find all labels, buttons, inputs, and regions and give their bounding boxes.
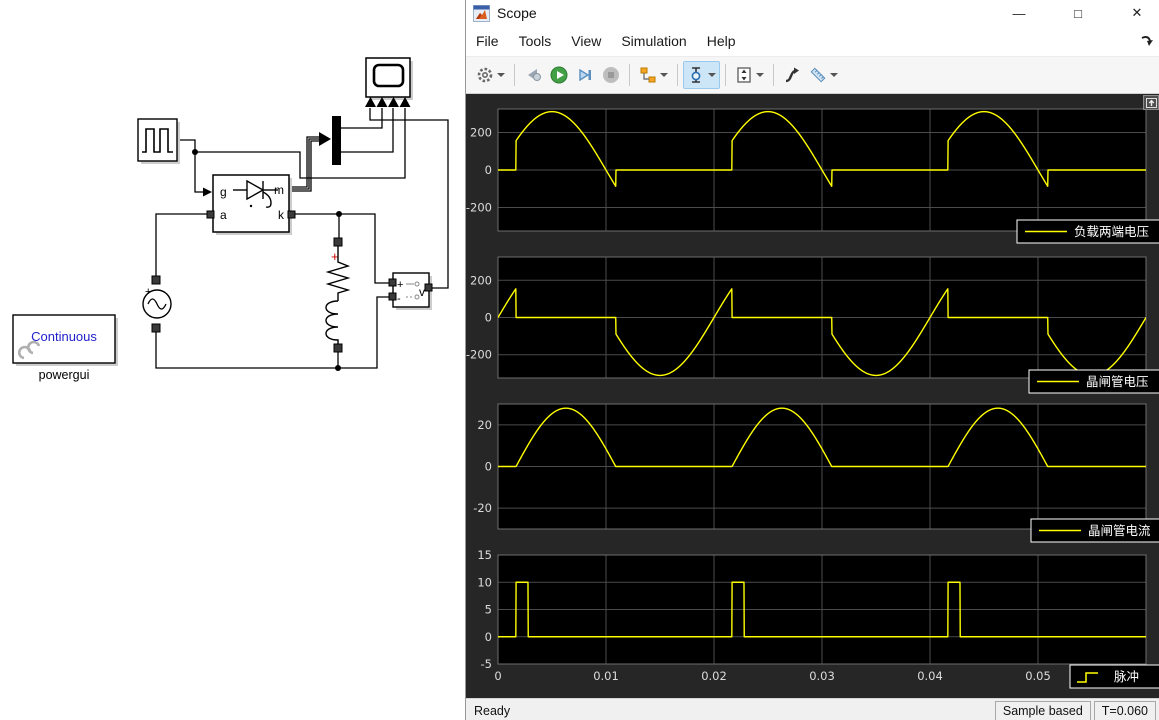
electrical-wires[interactable] — [156, 214, 390, 368]
menu-tools[interactable]: Tools — [509, 29, 562, 53]
run-button[interactable] — [546, 61, 572, 89]
legend-label: 负载两端电压 — [1074, 224, 1149, 239]
vm-v-label: v — [419, 285, 425, 299]
legend-label: 晶闸管电流 — [1088, 523, 1151, 538]
x-tick-label: 0.01 — [593, 669, 619, 683]
simulink-model-canvas[interactable]: g m a k — [0, 0, 465, 720]
pulse-generator-block[interactable] — [138, 119, 180, 164]
legend-thyristor-current[interactable]: 晶闸管电流 — [1031, 519, 1159, 542]
measurements-ruler-caret-icon — [830, 73, 838, 77]
step-backward-button[interactable] — [520, 61, 546, 89]
y-tick-label: -200 — [466, 201, 492, 215]
y-tick-label: 0 — [485, 163, 492, 177]
y-tick-label: -200 — [466, 348, 492, 362]
x-tick-label: 0.04 — [917, 669, 943, 683]
canvas-corner-button[interactable] — [1143, 95, 1159, 110]
y-tick-label: 10 — [477, 575, 492, 589]
plot-area-load-voltage[interactable]: 200 0 -200 — [466, 109, 1146, 231]
powergui-mode-text: Continuous — [31, 329, 97, 344]
matlab-scope-icon — [473, 5, 490, 22]
vm-plus-label: + — [397, 279, 403, 291]
thyristor-block[interactable]: g m a k — [207, 175, 295, 235]
powergui-block[interactable]: Continuous powergui — [13, 315, 118, 382]
status-sim-time: T=0.060 — [1094, 701, 1156, 720]
expand-up-icon — [1146, 98, 1157, 108]
layout-signals-button[interactable] — [635, 61, 672, 89]
y-axis-scaling-button[interactable] — [731, 61, 768, 89]
scope-plot-canvas[interactable]: 2000-200负载两端电压2000-200晶闸管电压200-20晶闸管电流15… — [466, 94, 1159, 698]
trigger-button[interactable] — [779, 61, 805, 89]
vm-minus-label: - — [397, 293, 401, 305]
legend-label: 晶闸管电压 — [1086, 374, 1149, 389]
scope-block[interactable] — [365, 58, 413, 107]
y-tick-label: 0 — [485, 460, 492, 474]
status-sample-mode: Sample based — [995, 701, 1091, 720]
legend-load-voltage[interactable]: 负载两端电压 — [1017, 220, 1159, 243]
thyristor-port-label-g: g — [220, 185, 227, 199]
y-tick-label: 20 — [477, 418, 492, 432]
y-tick-label: 200 — [470, 125, 492, 139]
legend-gate-pulse[interactable]: 脉冲 — [1070, 665, 1159, 688]
status-bar: Ready Sample based T=0.060 — [466, 698, 1159, 720]
minimize-button[interactable]: — — [1011, 6, 1027, 21]
legend-label: 脉冲 — [1114, 669, 1139, 684]
plot-area-thyristor-current[interactable]: 20 0 -20 — [473, 404, 1146, 529]
plot-area-thyristor-voltage[interactable]: 200 0 -200 — [466, 257, 1146, 378]
settings-caret-icon — [497, 73, 505, 77]
close-button[interactable]: ✕ — [1129, 5, 1145, 21]
x-tick-label: 0.03 — [809, 669, 835, 683]
demux-block[interactable] — [332, 116, 341, 165]
model-diagram: g m a k — [0, 0, 465, 720]
ac-voltage-source-block[interactable]: + — [143, 276, 171, 332]
series-rl-branch-block[interactable]: + — [326, 238, 348, 352]
cursor-measurements-caret-icon — [708, 73, 716, 77]
cursor-measurements-button[interactable] — [683, 61, 720, 89]
screen: g m a k — [0, 0, 1159, 720]
y-tick-label: 15 — [477, 548, 492, 562]
status-ready-text: Ready — [466, 704, 995, 718]
menu-simulation[interactable]: Simulation — [611, 29, 696, 53]
layout-signals-caret-icon — [660, 73, 668, 77]
y-tick-label: 200 — [470, 273, 492, 287]
legend-thyristor-voltage[interactable]: 晶闸管电压 — [1029, 370, 1159, 393]
measurements-ruler-button[interactable] — [805, 61, 842, 89]
x-tick-label: 0 — [494, 669, 501, 683]
y-tick-label: 0 — [485, 630, 492, 644]
menubar-overflow-icon[interactable] — [1141, 34, 1154, 52]
step-forward-button[interactable] — [572, 61, 598, 89]
settings-gear-button[interactable] — [472, 61, 509, 89]
scope-screen-icon — [374, 65, 403, 86]
menu-view[interactable]: View — [561, 29, 611, 53]
y-tick-label: -20 — [473, 501, 492, 515]
y-tick-label: 0 — [485, 311, 492, 325]
voltage-measurement-block[interactable]: + - v — [389, 273, 432, 310]
window-title: Scope — [497, 5, 537, 21]
y-tick-label: -5 — [481, 657, 492, 671]
stop-button[interactable] — [598, 61, 624, 89]
x-tick-label: 0.05 — [1025, 669, 1051, 683]
x-tick-label: 0.02 — [701, 669, 727, 683]
toolbar — [466, 57, 1159, 94]
title-bar[interactable]: Scope — □ ✕ — [466, 0, 1159, 26]
scope-window: Scope — □ ✕ File Tools View Simulation H… — [465, 0, 1159, 720]
plot-area-gate-pulse[interactable]: 151050-500.010.020.030.040.05 — [477, 548, 1146, 683]
scope-display-area: 2000-200负载两端电压2000-200晶闸管电压200-20晶闸管电流15… — [466, 94, 1159, 698]
y-axis-scaling-caret-icon — [756, 73, 764, 77]
thyristor-port-label-k: k — [278, 208, 285, 222]
menu-help[interactable]: Help — [697, 29, 746, 53]
maximize-button[interactable]: □ — [1070, 6, 1086, 21]
inductor-icon — [326, 301, 338, 345]
y-tick-label: 5 — [485, 603, 492, 617]
source-plus-label: + — [145, 286, 151, 298]
menu-file[interactable]: File — [466, 29, 509, 53]
powergui-name-label: powergui — [39, 368, 90, 382]
menu-bar: File Tools View Simulation Help — [466, 26, 1159, 57]
thyristor-port-label-a: a — [220, 208, 227, 222]
